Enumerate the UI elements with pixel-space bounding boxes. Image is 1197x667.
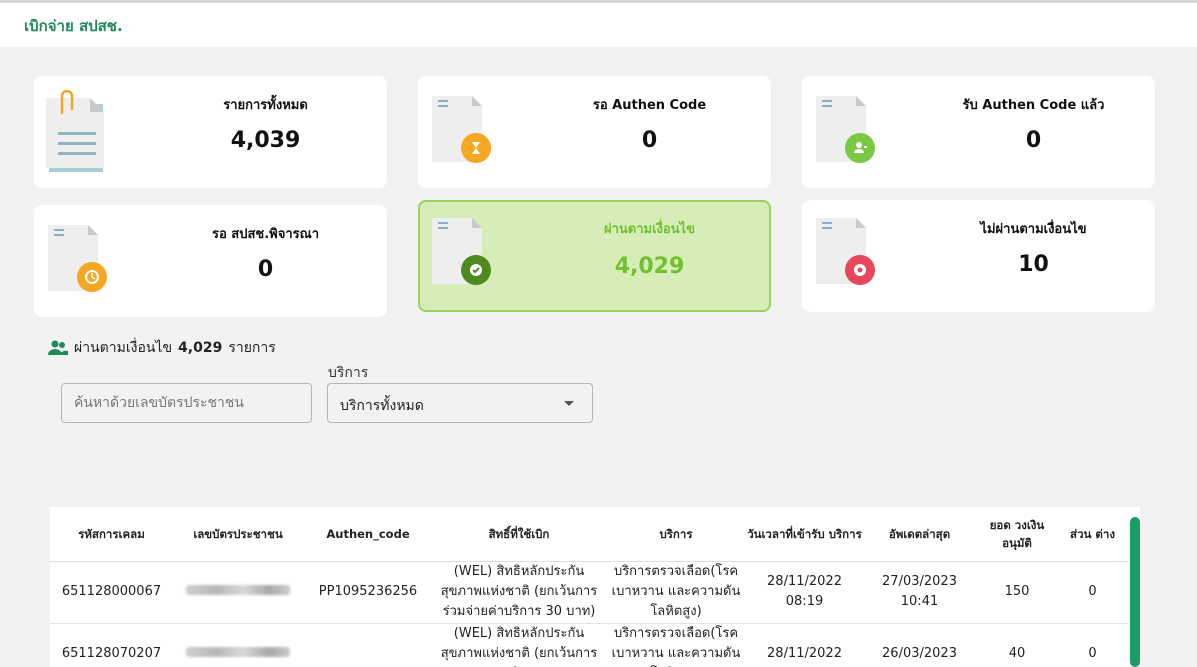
updated-cell: 26/03/2023 — [862, 623, 977, 667]
column-header[interactable]: สิทธิ์ที่ใช้เบิก — [433, 507, 605, 562]
difference-cell: 0 — [1057, 561, 1128, 624]
claims-table: รหัสการเคลม เลขบัตรประชาชน Authen_code ส… — [50, 507, 1140, 667]
card-label: ผ่านตามเงื่อนไข — [603, 222, 696, 237]
document-icon — [432, 96, 491, 163]
service-cell: บริการตรวจเลือด(โรค เบาหวาน และความดัน โ… — [605, 623, 747, 667]
column-header[interactable]: ส่วน ต่าง — [1057, 507, 1128, 562]
service-datetime-cell: 28/11/2022 08:19 — [747, 561, 862, 624]
column-header[interactable]: รหัสการเคลม — [50, 507, 173, 562]
service-label: บริการ — [328, 365, 369, 381]
updated-cell: 27/03/2023 10:41 — [862, 561, 977, 624]
card-total[interactable]: รายการทั้งหมด 4,039 — [34, 76, 387, 188]
top-bar: เบิกจ่าย สปสช. — [0, 0, 1197, 47]
card-label: รอ Authen Code — [592, 98, 707, 113]
cancel-circle-icon — [854, 264, 866, 276]
user-check-icon — [854, 142, 867, 153]
difference-cell: 0 — [1057, 623, 1128, 667]
approved-amount-cell: 40 — [977, 623, 1057, 667]
redacted-id — [186, 585, 290, 595]
document-icon — [816, 218, 875, 285]
card-value: 0 — [1025, 128, 1042, 153]
card-value: 0 — [257, 257, 274, 282]
service-datetime-cell: 28/11/2022 — [747, 623, 862, 667]
column-header[interactable]: อัพเดตล่าสุด — [862, 507, 977, 562]
service-cell: บริการตรวจเลือด(โรค เบาหวาน และความดัน โ… — [605, 561, 747, 624]
vertical-scrollbar[interactable] — [1130, 517, 1140, 667]
service-select[interactable]: บริการทั้งหมด — [327, 383, 593, 423]
result-summary: ผ่านตามเงื่อนไข 4,029 รายการ — [48, 337, 276, 359]
page-title: เบิกจ่าย สปสช. — [24, 17, 123, 35]
card-received-authen[interactable]: รับ Authen Code แล้ว 0 — [802, 76, 1155, 188]
redacted-id — [186, 647, 290, 657]
column-header[interactable]: Authen_code — [303, 507, 433, 562]
users-icon — [48, 340, 68, 355]
document-icon — [816, 96, 875, 163]
authen-code-cell: PP1095236256 — [303, 561, 433, 624]
chevron-down-icon — [564, 401, 574, 406]
card-label: รอ สปสช.พิจารณา — [211, 227, 320, 242]
column-header[interactable]: บริการ — [605, 507, 747, 562]
column-header[interactable]: เลขบัตรประชาชน — [173, 507, 303, 562]
summary-prefix: ผ่านตามเงื่อนไข — [74, 340, 173, 356]
column-header[interactable]: วันเวลาที่เข้ารับ บริการ — [747, 507, 862, 562]
card-waiting-authen[interactable]: รอ Authen Code 0 — [418, 76, 771, 188]
claim-code-cell: 651128070207 — [50, 623, 173, 667]
card-value: 4,039 — [230, 128, 301, 153]
document-icon — [48, 225, 107, 292]
claim-code-cell: 651128000067 — [50, 561, 173, 624]
summary-suffix: รายการ — [228, 340, 276, 356]
hourglass-icon — [472, 142, 480, 154]
approved-amount-cell: 150 — [977, 561, 1057, 624]
authen-code-cell — [303, 623, 433, 667]
entitlement-cell: (WEL) สิทธิหลักประกัน สุขภาพแห่งชาติ (ยก… — [433, 623, 605, 667]
table-header-row: รหัสการเคลม เลขบัตรประชาชน Authen_code ส… — [50, 507, 1128, 562]
card-label: ไม่ผ่านตามเงื่อนไข — [980, 222, 1087, 237]
document-icon — [432, 218, 491, 285]
clip-document-icon — [46, 90, 104, 172]
citizen-id-cell — [173, 561, 303, 624]
clock-icon — [85, 270, 99, 284]
card-label: รับ Authen Code แล้ว — [962, 98, 1105, 113]
entitlement-cell: (WEL) สิทธิหลักประกัน สุขภาพแห่งชาติ (ยก… — [433, 561, 605, 624]
check-circle-icon — [470, 264, 482, 276]
service-select-value: บริการทั้งหมด — [340, 398, 424, 414]
card-value: 10 — [1018, 252, 1049, 277]
card-failed[interactable]: ไม่ผ่านตามเงื่อนไข 10 — [802, 200, 1155, 312]
card-value: 4,029 — [614, 254, 685, 279]
card-passed[interactable]: ผ่านตามเงื่อนไข 4,029 — [418, 200, 771, 312]
table-row[interactable]: 651128070207 (WEL) สิทธิหลักประกัน สุขภา… — [50, 623, 1128, 667]
card-label: รายการทั้งหมด — [223, 98, 308, 113]
citizen-id-cell — [173, 623, 303, 667]
table-row[interactable]: 651128000067 PP1095236256 (WEL) สิทธิหลั… — [50, 561, 1128, 624]
search-input[interactable] — [61, 383, 312, 423]
card-value: 0 — [641, 128, 658, 153]
column-header[interactable]: ยอด วงเงิน อนุมัติ — [977, 507, 1057, 562]
summary-count: 4,029 — [178, 340, 223, 356]
card-waiting-review[interactable]: รอ สปสช.พิจารณา 0 — [34, 205, 387, 317]
